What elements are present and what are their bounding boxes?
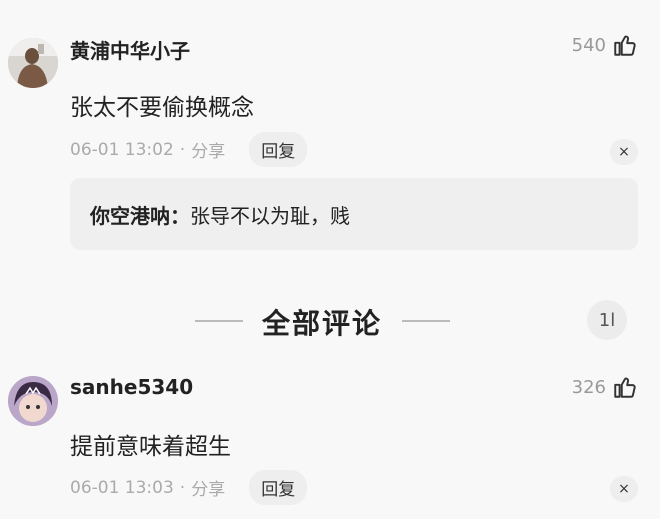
username[interactable]: sanhe5340 <box>70 375 193 399</box>
section-title: 全部评论 <box>262 307 383 340</box>
sub-reply-text: 张导不以为耻，贱 <box>190 203 350 228</box>
avatar[interactable] <box>8 38 58 88</box>
username[interactable]: 黄浦中华小子 <box>70 35 190 64</box>
separator: · <box>179 477 186 498</box>
section-header: 全部评论 1l <box>0 296 660 346</box>
thumbs-up-icon[interactable] <box>612 374 638 400</box>
timestamp: 06-01 13:02 <box>70 139 174 160</box>
timestamp: 06-01 13:03 <box>70 477 174 498</box>
reply-button[interactable]: 回复 <box>249 132 308 167</box>
comment-item: sanhe5340 326 提前意味着超生 06-01 13:03 · 分享 回… <box>0 360 660 519</box>
divider-line <box>195 320 243 322</box>
sub-reply-author[interactable]: 你空港呐： <box>90 200 190 229</box>
thumbs-up-icon[interactable] <box>612 32 638 58</box>
share-link[interactable]: 分享 <box>191 475 225 500</box>
like-group[interactable]: 326 <box>572 374 638 400</box>
sub-reply[interactable]: 你空港呐： 张导不以为耻，贱 <box>70 178 638 250</box>
comment-item: 黄浦中华小子 540 张太不要偷换概念 06-01 13:02 · 分享 回复 … <box>0 0 660 260</box>
comment-text: 张太不要偷换概念 <box>70 95 254 121</box>
divider-line <box>402 320 450 322</box>
like-count: 540 <box>571 34 606 56</box>
user-photo-icon <box>8 38 58 88</box>
close-icon[interactable]: × <box>610 139 638 165</box>
like-group[interactable]: 540 <box>572 32 638 58</box>
comment-meta: 06-01 13:02 · 分享 回复 <box>70 132 308 167</box>
user-photo-icon <box>8 376 58 426</box>
comment-text: 提前意味着超生 <box>70 434 231 460</box>
like-count: 326 <box>571 376 606 398</box>
separator: · <box>179 139 186 160</box>
close-icon[interactable]: × <box>610 476 638 502</box>
sort-icon[interactable]: 1l <box>587 300 627 340</box>
comment-meta: 06-01 13:03 · 分享 回复 <box>70 470 308 505</box>
share-link[interactable]: 分享 <box>191 137 225 162</box>
avatar[interactable] <box>8 376 58 426</box>
reply-button[interactable]: 回复 <box>249 470 308 505</box>
